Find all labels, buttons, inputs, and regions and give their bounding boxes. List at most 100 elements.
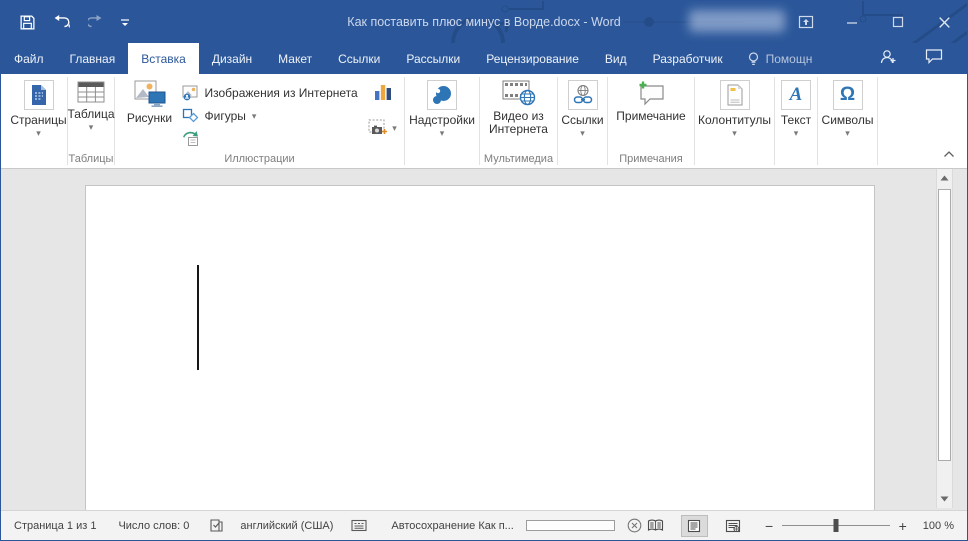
- screenshot-button[interactable]: ▾: [368, 119, 397, 136]
- text-label: Текст: [780, 113, 812, 127]
- group-separator: [877, 77, 878, 165]
- zoom-level[interactable]: 100 %: [923, 520, 954, 532]
- symbols-button[interactable]: Ω Символы ▾: [822, 74, 873, 168]
- multimedia-group-label: Мультимедиа: [483, 153, 554, 165]
- scroll-up-icon: [940, 175, 949, 181]
- account-name-blurred[interactable]: [689, 10, 785, 32]
- status-bar: Страница 1 из 1 Число слов: 0 английский…: [1, 510, 967, 540]
- cancel-autosave-button[interactable]: [627, 518, 642, 533]
- comments-pane-button[interactable]: [925, 48, 943, 69]
- online-pictures-button[interactable]: Изображения из Интернета: [182, 81, 364, 104]
- group-multimedia: Видео из Интернета Мультимедиа: [480, 74, 557, 168]
- pictures-label: Рисунки: [126, 111, 173, 125]
- redo-icon: [88, 15, 102, 28]
- shapes-label: Фигуры: [204, 108, 246, 123]
- table-label: Таблица: [67, 107, 115, 121]
- share-button[interactable]: [879, 48, 897, 70]
- qat-customize-icon: [121, 19, 129, 26]
- tell-me-box[interactable]: Помощн: [736, 43, 824, 74]
- online-pictures-icon: [182, 85, 197, 100]
- tab-insert[interactable]: Вставка: [128, 43, 199, 74]
- read-mode-button[interactable]: [642, 515, 669, 537]
- chevron-down-icon: ▾: [36, 128, 41, 138]
- title-bar: Как поставить плюс минус в Ворде.docx - …: [1, 1, 967, 74]
- page-indicator[interactable]: Страница 1 из 1: [14, 520, 96, 532]
- tab-file[interactable]: Файл: [1, 43, 57, 74]
- addins-icon: [427, 80, 457, 110]
- tab-developer[interactable]: Разработчик: [640, 43, 736, 74]
- chevron-down-icon: ▾: [793, 128, 799, 138]
- share-person-icon: [880, 49, 896, 63]
- word-count[interactable]: Число слов: 0: [118, 520, 189, 532]
- maximize-button[interactable]: [875, 1, 921, 43]
- online-video-icon: [502, 80, 535, 106]
- chart-icon: [374, 85, 391, 100]
- vertical-scrollbar[interactable]: [936, 169, 953, 508]
- cancel-icon: [627, 518, 642, 533]
- minimize-icon: [847, 22, 857, 24]
- pages-icon: [23, 80, 54, 110]
- links-button[interactable]: Ссылки ▾: [561, 74, 604, 168]
- language-indicator[interactable]: английский (США): [240, 520, 333, 532]
- macro-record-button[interactable]: [351, 519, 367, 532]
- undo-icon: [54, 15, 70, 28]
- screenshot-icon: [368, 119, 388, 134]
- tab-design[interactable]: Дизайн: [199, 43, 265, 74]
- scroll-down-button[interactable]: [937, 491, 952, 507]
- view-buttons: [642, 514, 747, 537]
- collapse-ribbon-button[interactable]: [943, 145, 955, 163]
- chevron-down-icon: ▾: [845, 128, 850, 138]
- chevron-up-icon: [944, 151, 954, 157]
- chevron-down-icon: ▾: [251, 110, 257, 121]
- close-button[interactable]: [921, 1, 967, 43]
- header-footer-button[interactable]: Колонтитулы ▾: [698, 74, 771, 168]
- scroll-up-button[interactable]: [937, 170, 952, 186]
- group-links: Ссылки ▾: [558, 74, 607, 168]
- scrollbar-thumb[interactable]: [938, 189, 951, 461]
- comments-group-label: Примечания: [619, 153, 683, 165]
- tables-group-label: Таблицы: [68, 153, 114, 165]
- zoom-out-button[interactable]: −: [765, 519, 773, 533]
- online-pictures-label: Изображения из Интернета: [204, 85, 358, 100]
- tab-layout[interactable]: Макет: [265, 43, 325, 74]
- smartart-icon: [182, 131, 198, 146]
- web-layout-icon: [726, 519, 741, 532]
- lightbulb-icon: [748, 51, 758, 65]
- print-layout-button[interactable]: [680, 514, 708, 537]
- customize-quick-access-button[interactable]: [119, 16, 131, 28]
- group-header-footer: Колонтитулы ▾: [695, 74, 774, 168]
- tab-references[interactable]: Ссылки: [325, 43, 393, 74]
- group-addins: Надстройки ▾: [405, 74, 479, 168]
- ribbon: Страницы ▾ Таблица ▾ Таблицы Рисунки Изо…: [1, 74, 967, 169]
- addins-button[interactable]: Надстройки ▾: [409, 74, 475, 168]
- zoom-slider-handle[interactable]: [833, 519, 839, 532]
- redo-button[interactable]: [88, 14, 104, 30]
- chart-button[interactable]: [373, 82, 393, 107]
- ribbon-display-options-button[interactable]: [783, 1, 829, 43]
- tab-view[interactable]: Вид: [592, 43, 640, 74]
- save-button[interactable]: [19, 14, 36, 31]
- undo-button[interactable]: [51, 14, 73, 30]
- header-footer-label: Колонтитулы: [697, 113, 772, 127]
- smartart-button[interactable]: [182, 127, 364, 150]
- proofing-status-button[interactable]: [209, 518, 224, 533]
- omega-icon: Ω: [832, 80, 863, 110]
- tab-review[interactable]: Рецензирование: [473, 43, 592, 74]
- shapes-button[interactable]: Фигуры ▾: [182, 104, 364, 127]
- tab-bar-right-icons: [879, 43, 967, 74]
- group-symbols: Ω Символы ▾: [818, 74, 877, 168]
- web-layout-button[interactable]: [720, 515, 747, 537]
- text-button[interactable]: A Текст ▾: [781, 74, 811, 168]
- keyboard-icon: [351, 519, 367, 532]
- tab-mailings[interactable]: Рассылки: [393, 43, 473, 74]
- pages-button[interactable]: Страницы ▾: [10, 74, 67, 168]
- comments-icon: [925, 49, 943, 64]
- minimize-button[interactable]: [829, 1, 875, 43]
- zoom-in-button[interactable]: +: [899, 519, 907, 533]
- tab-home[interactable]: Главная: [57, 43, 129, 74]
- document-page[interactable]: [85, 185, 875, 510]
- group-tables: Таблица ▾ Таблицы: [67, 74, 115, 168]
- chevron-down-icon: ▾: [439, 128, 445, 138]
- zoom-slider[interactable]: [782, 519, 890, 532]
- links-label: Ссылки: [561, 113, 604, 127]
